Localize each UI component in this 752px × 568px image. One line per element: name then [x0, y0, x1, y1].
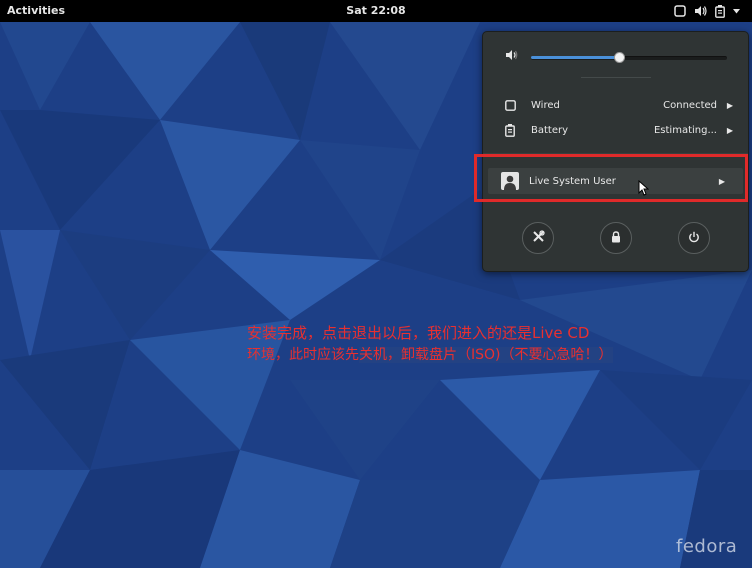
battery-icon: [505, 123, 525, 137]
volume-slider-fill: [531, 56, 620, 59]
annotation-line-1: 安装完成，点击退出以后，我们进入的还是Live CD: [247, 324, 590, 342]
lock-button[interactable]: [600, 222, 632, 254]
fedora-logo: fedora: [676, 536, 738, 557]
annotation-text: 安装完成，点击退出以后，我们进入的还是Live CD 环境，此时应该先关机，卸载…: [247, 322, 613, 366]
battery-status: Estimating...: [653, 124, 717, 136]
battery-icon: [715, 4, 725, 18]
lock-icon: [611, 230, 621, 246]
annotation-line-2-start: 环境，此时应该先: [247, 347, 359, 363]
chevron-right-icon: ▶: [726, 125, 733, 135]
highlight-box: [474, 154, 748, 202]
annotation-line-2-highlight: 关机，卸载盘片（ISO)（不要心急哈！）: [359, 347, 613, 363]
power-button[interactable]: [678, 222, 710, 254]
divider: [581, 77, 651, 78]
battery-menu-item[interactable]: Battery Estimating... ▶: [497, 120, 733, 140]
system-tray[interactable]: [674, 2, 740, 20]
wired-status: Connected: [663, 99, 717, 111]
system-actions: [483, 222, 748, 256]
window-icon: [674, 5, 686, 17]
system-menu: Wired Connected ▶ Battery Estimating... …: [482, 31, 749, 272]
chevron-right-icon: ▶: [726, 100, 733, 110]
battery-label: Battery: [531, 124, 569, 136]
speaker-icon: [505, 49, 519, 64]
wired-menu-item[interactable]: Wired Connected ▶: [497, 95, 733, 115]
chevron-down-icon: [733, 8, 740, 14]
top-bar: Activities Sat 22:08: [0, 0, 752, 22]
volume-slider-handle[interactable]: [614, 52, 626, 63]
settings-icon: [532, 230, 545, 246]
mouse-cursor-icon: [638, 179, 650, 200]
settings-button[interactable]: [522, 222, 554, 254]
clock-button[interactable]: Sat 22:08: [346, 4, 405, 17]
power-icon: [688, 231, 700, 246]
wired-network-icon: [505, 98, 525, 112]
volume-slider[interactable]: [531, 52, 727, 63]
speaker-icon: [694, 5, 707, 17]
activities-button[interactable]: Activities: [7, 4, 65, 17]
annotation-line-2: 环境，此时应该先关机，卸载盘片（ISO)（不要心急哈！）: [247, 344, 613, 366]
wired-label: Wired: [531, 99, 560, 111]
